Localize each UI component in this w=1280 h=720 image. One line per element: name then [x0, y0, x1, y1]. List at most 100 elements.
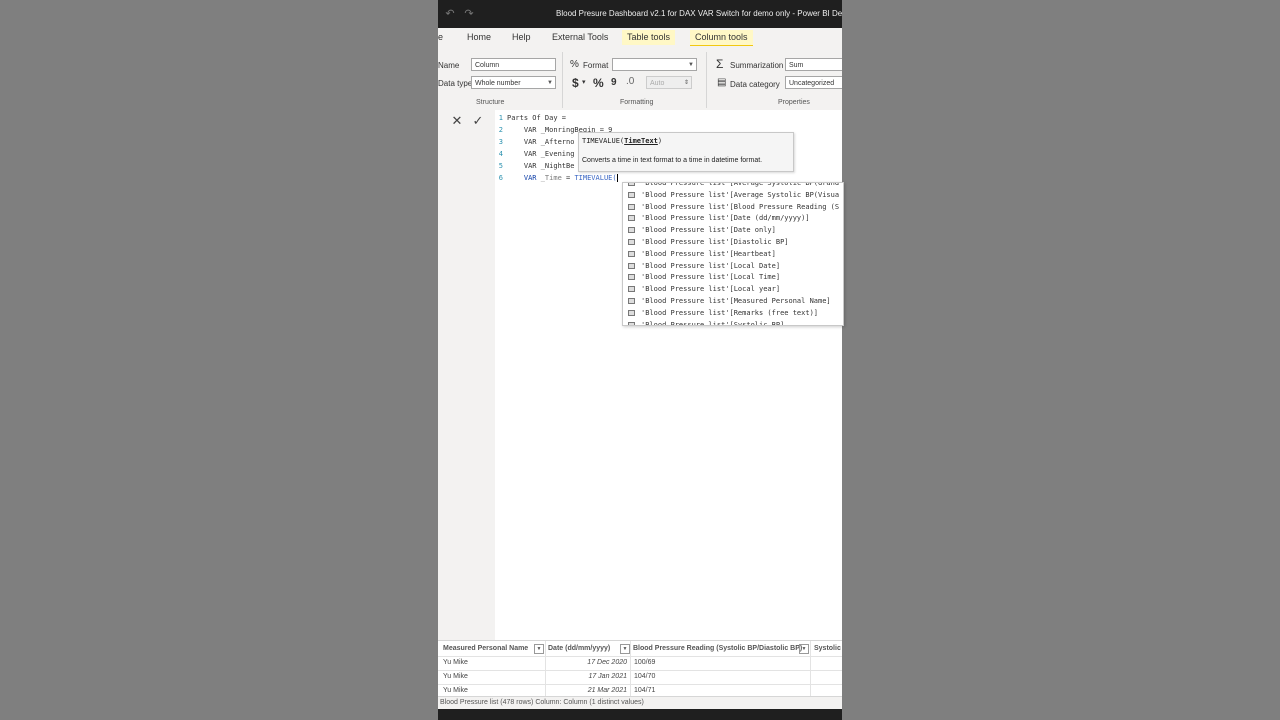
category-label: Data category [730, 80, 780, 89]
autocomplete-item[interactable]: 'Blood Pressure list'[Local year] [623, 283, 780, 295]
chevron-down-icon: ▼ [688, 62, 694, 68]
autocomplete-item[interactable]: 'Blood Pressure list'[Remarks (free text… [623, 307, 818, 319]
autocomplete-label: 'Blood Pressure list'[Heartbeat] [641, 249, 776, 258]
column-header[interactable]: Systolic B [814, 644, 842, 654]
check-icon[interactable]: ✓ [469, 113, 487, 129]
tab-column-tools[interactable]: Column tools [690, 30, 753, 47]
format-select[interactable]: ▼ [612, 58, 697, 71]
summarization-select[interactable]: Sum [785, 58, 842, 71]
column-header[interactable]: Measured Personal Name [443, 644, 528, 654]
chevron-down-icon[interactable]: ▼ [534, 644, 544, 654]
decimals-spinner[interactable]: Auto ⇕ [646, 76, 692, 89]
code-text: Parts Of Day = [507, 114, 567, 122]
column-header[interactable]: Blood Pressure Reading (Systolic BP/Dias… [633, 644, 802, 654]
window-title: Blood Presure Dashboard v2.1 for DAX VAR… [556, 9, 842, 18]
taskbar [438, 709, 842, 720]
divider [706, 52, 707, 108]
name-input[interactable]: Column [471, 58, 556, 71]
ribbon-tabs: e Home Help External Tools Table tools C… [438, 28, 842, 47]
column-icon [628, 286, 635, 293]
autocomplete-item[interactable]: 'Blood Pressure list'[Average Systolic B… [623, 189, 839, 201]
format-icon: % [570, 59, 579, 70]
operator: = [561, 174, 575, 182]
line-number: 6 [498, 174, 503, 182]
column-icon [628, 321, 635, 325]
percent-button[interactable]: % [593, 76, 604, 90]
formula-gutter [438, 110, 495, 640]
chevron-down-icon[interactable]: ▼ [799, 644, 809, 654]
column-icon [628, 239, 635, 245]
table-cell: Yu Mike [443, 659, 468, 666]
autocomplete-list[interactable]: 'Blood Pressure list'[Average Systolic B… [622, 182, 844, 326]
category-select[interactable]: Uncategorized [785, 76, 842, 89]
chevron-down-icon[interactable]: ▾ [582, 78, 586, 86]
table-cell: 17 Dec 2020 [587, 659, 627, 666]
column-icon [628, 250, 635, 257]
tab-home[interactable]: Home [467, 30, 491, 45]
redo-icon[interactable]: ↷ [463, 8, 475, 20]
column-icon [628, 274, 635, 281]
autocomplete-label: 'Blood Pressure list'[Measured Personal … [641, 297, 831, 305]
datatype-select[interactable]: Whole number ▼ [471, 76, 556, 89]
function-signature: TIMEVALUE(TimeText) [582, 137, 662, 145]
autocomplete-label: 'Blood Pressure list'[Remarks (free text… [641, 308, 819, 317]
tab-table-tools[interactable]: Table tools [622, 30, 676, 45]
datatype-label: Data type [438, 79, 473, 88]
autocomplete-label: 'Blood Pressure list'[Diastolic BP] [641, 238, 789, 246]
table-cell: 100/69 [634, 659, 656, 666]
decimal-icon[interactable]: .0 [626, 76, 634, 87]
sigma-icon: Σ [716, 57, 724, 71]
column-icon [628, 262, 635, 269]
tab-external-tools[interactable]: External Tools [552, 30, 608, 45]
currency-button[interactable]: $ [572, 76, 579, 90]
column-icon [628, 215, 635, 222]
group-formatting: Formatting [620, 99, 654, 106]
column-icon [628, 309, 635, 316]
function: TIMEVALUE( [574, 174, 617, 182]
column-header[interactable]: Date (dd/mm/yyyy) [548, 644, 610, 654]
line-number: 4 [498, 150, 503, 158]
autocomplete-label: 'Blood Pressure list'[Blood Pressure Rea… [641, 202, 840, 211]
status-bar: Blood Pressure list (478 rows) Column: C… [438, 696, 842, 709]
variable: _Time [540, 174, 562, 182]
close-icon[interactable]: ✕ [448, 113, 466, 129]
line-number: 3 [498, 138, 503, 146]
chevron-down-icon[interactable]: ▼ [620, 644, 630, 654]
line-number: 1 [498, 114, 503, 122]
autocomplete-item[interactable]: 'Blood Pressure list'[Blood Pressure Rea… [623, 201, 839, 213]
format-label: Format [583, 61, 609, 70]
autocomplete-item[interactable]: 'Blood Pressure list'[Measured Personal … [623, 295, 831, 307]
divider [562, 52, 563, 108]
group-structure: Structure [476, 99, 505, 106]
undo-icon[interactable]: ↶ [444, 8, 456, 20]
paren: ) [657, 137, 663, 145]
autocomplete-item[interactable]: 'Blood Pressure list'[Date only] [623, 224, 776, 236]
line-number: 2 [498, 126, 503, 134]
table-cell: 17 Jan 2021 [588, 673, 627, 680]
tab-file[interactable]: e [438, 30, 443, 45]
title-bar: ↶ ↷ Blood Presure Dashboard v2.1 for DAX… [438, 0, 842, 28]
column-icon [628, 191, 635, 198]
function-tooltip: TIMEVALUE(TimeText) Converts a time in t… [578, 132, 794, 172]
autocomplete-item[interactable]: 'Blood Pressure list'[Systolic BP] [623, 319, 785, 326]
chevron-down-icon: ▼ [547, 80, 553, 86]
ribbon: Name Column Data type Whole number ▼ Str… [438, 46, 842, 111]
function-name: TIMEVALUE( [582, 137, 625, 145]
parameter-name: TimeText [624, 137, 658, 145]
name-label: Name [438, 61, 460, 70]
autocomplete-item[interactable]: 'Blood Pressure list'[Local Date] [623, 260, 780, 272]
comma-button[interactable]: 9 [611, 77, 617, 88]
divider [545, 641, 546, 697]
autocomplete-label: 'Blood Pressure list'[Systolic BP] [641, 320, 785, 326]
text-cursor [616, 174, 618, 182]
autocomplete-item[interactable]: 'Blood Pressure list'[Heartbeat] [623, 248, 776, 260]
code-text: VAR _Evening [507, 150, 575, 158]
autocomplete-item[interactable]: 'Blood Pressure list'[Date (dd/mm/yyyy)] [623, 212, 810, 224]
data-table: Measured Personal Name ▼ Date (dd/mm/yyy… [438, 640, 842, 697]
code-text: VAR _Time = TIMEVALUE( [507, 174, 618, 182]
autocomplete-item[interactable]: 'Blood Pressure list'[Diastolic BP] [623, 236, 789, 248]
autocomplete-item[interactable]: 'Blood Pressure list'[Local Time] [623, 271, 780, 283]
column-icon [628, 227, 635, 234]
tab-help[interactable]: Help [512, 30, 531, 45]
decimals-value: Auto [650, 80, 665, 87]
